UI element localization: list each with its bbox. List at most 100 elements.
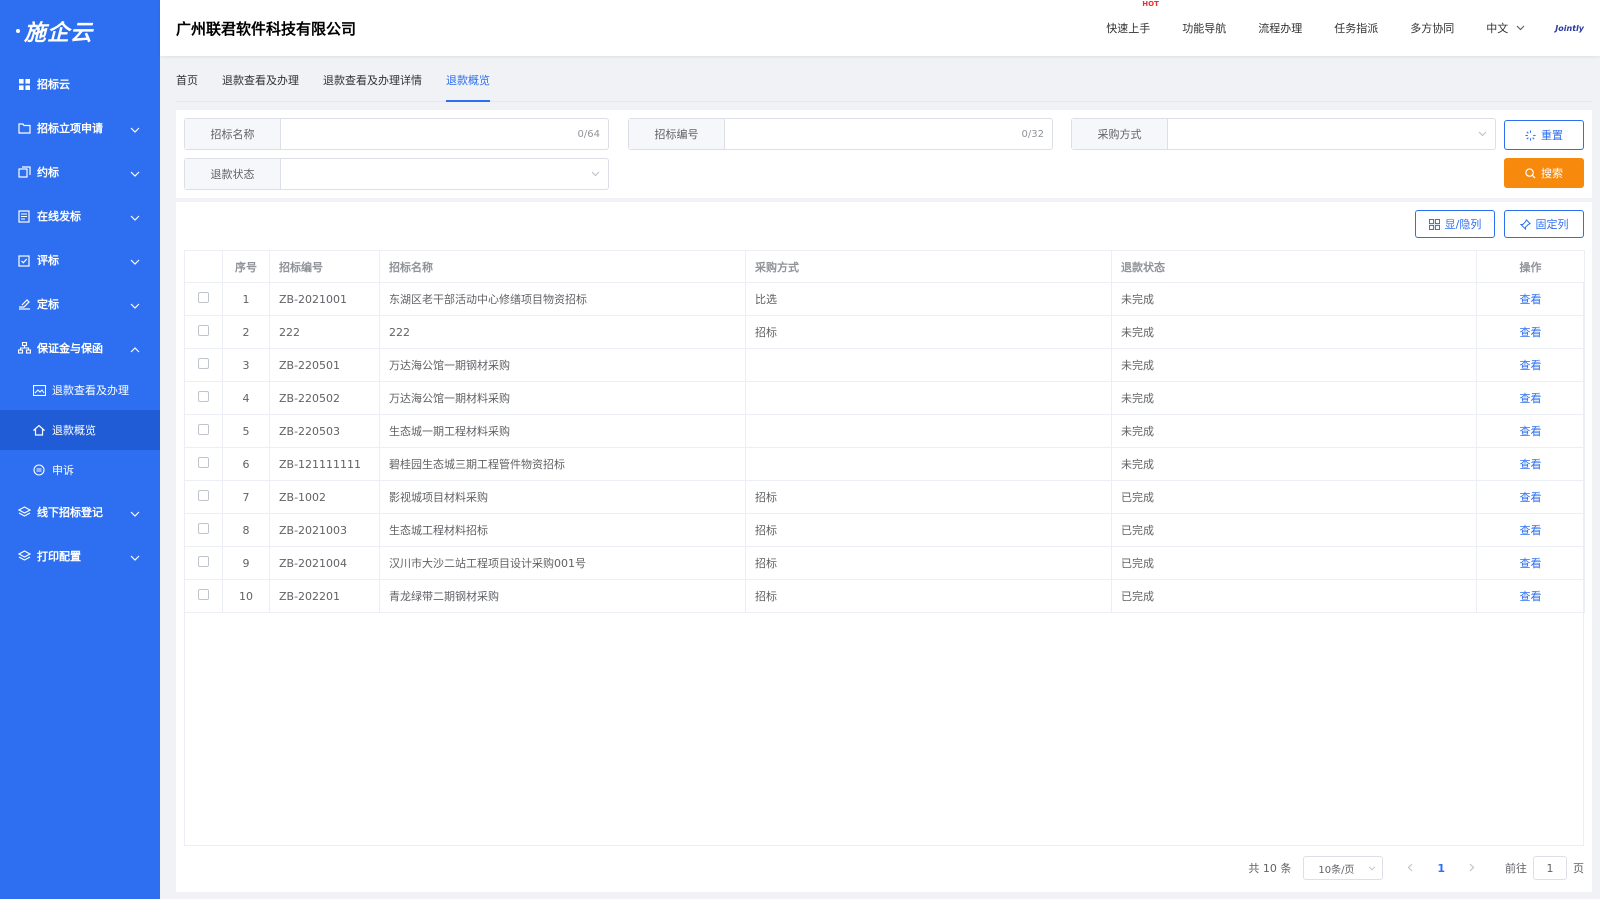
brand-logo[interactable]: Jointly bbox=[1555, 24, 1584, 33]
logo-dot bbox=[16, 29, 20, 33]
table-row: 4 ZB-220502 万达海公馆一期材料采购 未完成 查看 bbox=[184, 381, 1585, 415]
results-card: 显/隐列 固定列 序号 招标编号 招标名称 采购方式 退款状态 操作 1 ZB-2… bbox=[176, 202, 1592, 892]
chevron-down-icon bbox=[591, 171, 600, 177]
refund-status-select[interactable] bbox=[281, 159, 608, 189]
view-link[interactable]: 查看 bbox=[1520, 293, 1542, 306]
row-checkbox-cell[interactable] bbox=[184, 315, 223, 349]
sidebar-item-label: 招标云 bbox=[37, 78, 70, 91]
sidebar-item-5[interactable]: 定标 bbox=[0, 282, 160, 326]
cell-bid-name: 生态城一期工程材料采购 bbox=[379, 414, 746, 448]
chevron-down-icon bbox=[1478, 131, 1487, 137]
row-checkbox-cell[interactable] bbox=[184, 381, 223, 415]
row-checkbox[interactable] bbox=[198, 292, 209, 303]
sidebar-item-7[interactable]: 线下招标登记 bbox=[0, 490, 160, 534]
header-select-all[interactable] bbox=[184, 250, 223, 283]
tab-refund-detail[interactable]: 退款查看及办理详情 bbox=[323, 72, 422, 102]
bid-name-input[interactable]: 0/64 bbox=[281, 119, 608, 149]
row-checkbox-cell[interactable] bbox=[184, 282, 223, 316]
view-link[interactable]: 查看 bbox=[1520, 557, 1542, 570]
row-checkbox[interactable] bbox=[198, 325, 209, 336]
chevron-down-icon bbox=[130, 551, 140, 561]
row-checkbox[interactable] bbox=[198, 391, 209, 402]
goto-page-input[interactable]: 1 bbox=[1533, 856, 1567, 880]
bid-no-label: 招标编号 bbox=[629, 119, 725, 149]
toggle-columns-button[interactable]: 显/隐列 bbox=[1415, 210, 1495, 238]
view-link[interactable]: 查看 bbox=[1520, 425, 1542, 438]
cell-actions: 查看 bbox=[1476, 579, 1585, 613]
sidebar-item-6[interactable]: 保证金与保函 bbox=[0, 326, 160, 370]
sidebar-item-1[interactable]: 招标立项申请 bbox=[0, 106, 160, 150]
cell-actions: 查看 bbox=[1476, 282, 1585, 316]
sidebar-item-2[interactable]: 约标 bbox=[0, 150, 160, 194]
purchase-method-select[interactable] bbox=[1168, 119, 1495, 149]
cell-actions: 查看 bbox=[1476, 348, 1585, 382]
logo[interactable]: 施企云 bbox=[0, 0, 160, 62]
row-checkbox[interactable] bbox=[198, 556, 209, 567]
purchase-method-filter: 采购方式 bbox=[1071, 118, 1496, 150]
sidebar-item-8[interactable]: 打印配置 bbox=[0, 534, 160, 578]
goto-suffix: 页 bbox=[1573, 862, 1584, 875]
row-checkbox[interactable] bbox=[198, 523, 209, 534]
language-select[interactable]: 中文 bbox=[1486, 20, 1525, 36]
refund-table: 序号 招标编号 招标名称 采购方式 退款状态 操作 1 ZB-2021001 东湖区… bbox=[184, 250, 1585, 613]
pagination-total: 共 10 条 bbox=[1248, 862, 1292, 875]
fix-columns-button[interactable]: 固定列 bbox=[1504, 210, 1584, 238]
sidebar-subitem-0[interactable]: 退款查看及办理 bbox=[0, 370, 160, 410]
header-nav-process[interactable]: 流程办理 bbox=[1258, 20, 1302, 36]
sidebar-item-4[interactable]: 评标 bbox=[0, 238, 160, 282]
toggle-columns-label: 显/隐列 bbox=[1444, 218, 1482, 231]
view-link[interactable]: 查看 bbox=[1520, 491, 1542, 504]
prev-page-button[interactable] bbox=[1407, 862, 1413, 875]
tab-refund-handle[interactable]: 退款查看及办理 bbox=[222, 72, 299, 102]
row-checkbox-cell[interactable] bbox=[184, 513, 223, 547]
header-nav-function-guide[interactable]: 功能导航 bbox=[1182, 20, 1226, 36]
row-checkbox[interactable] bbox=[198, 358, 209, 369]
row-checkbox-cell[interactable] bbox=[184, 579, 223, 613]
row-checkbox-cell[interactable] bbox=[184, 348, 223, 382]
sidebar-item-3[interactable]: 在线发标 bbox=[0, 194, 160, 238]
row-checkbox-cell[interactable] bbox=[184, 414, 223, 448]
view-link[interactable]: 查看 bbox=[1520, 359, 1542, 372]
header-nav-collaboration[interactable]: 多方协同 bbox=[1410, 20, 1454, 36]
page-number-current[interactable]: 1 bbox=[1437, 862, 1445, 875]
cell-bid-no: ZB-220503 bbox=[269, 414, 380, 448]
sidebar-item-0[interactable]: 招标云 bbox=[0, 62, 160, 106]
cell-bid-name: 222 bbox=[379, 315, 746, 349]
chevron-down-icon bbox=[130, 507, 140, 517]
next-page-button[interactable] bbox=[1469, 862, 1475, 875]
cell-purchase-method bbox=[745, 381, 1112, 415]
row-checkbox[interactable] bbox=[198, 424, 209, 435]
cell-actions: 查看 bbox=[1476, 480, 1585, 514]
header-nav-quick-start[interactable]: HOT 快速上手 bbox=[1106, 0, 1159, 36]
cell-bid-no: ZB-220502 bbox=[269, 381, 380, 415]
view-link[interactable]: 查看 bbox=[1520, 458, 1542, 471]
row-checkbox-cell[interactable] bbox=[184, 447, 223, 481]
cell-bid-no: 222 bbox=[269, 315, 380, 349]
row-checkbox[interactable] bbox=[198, 490, 209, 501]
page-size-select[interactable]: 10条/页 bbox=[1303, 856, 1384, 880]
view-link[interactable]: 查看 bbox=[1520, 590, 1542, 603]
row-checkbox-cell[interactable] bbox=[184, 546, 223, 580]
sidebar-subitem-label: 退款概览 bbox=[52, 424, 96, 437]
sidebar-subitem-2[interactable]: 申诉 bbox=[0, 450, 160, 490]
view-link[interactable]: 查看 bbox=[1520, 326, 1542, 339]
header-nav-task-assign[interactable]: 任务指派 bbox=[1334, 20, 1378, 36]
tab-home[interactable]: 首页 bbox=[176, 72, 198, 102]
reset-button[interactable]: 重置 bbox=[1504, 120, 1584, 150]
chevron-left-icon bbox=[1407, 863, 1413, 871]
layers-icon bbox=[17, 549, 31, 563]
chevron-down-icon bbox=[130, 299, 140, 309]
sidebar-item-label: 评标 bbox=[37, 254, 59, 267]
view-link[interactable]: 查看 bbox=[1520, 524, 1542, 537]
sidebar-subitem-1[interactable]: 退款概览 bbox=[0, 410, 160, 450]
tab-refund-overview[interactable]: 退款概览 bbox=[446, 72, 490, 102]
cell-actions: 查看 bbox=[1476, 414, 1585, 448]
row-checkbox[interactable] bbox=[198, 457, 209, 468]
layers-icon bbox=[17, 505, 31, 519]
search-button[interactable]: 搜索 bbox=[1504, 158, 1584, 188]
bid-no-input[interactable]: 0/32 bbox=[725, 119, 1052, 149]
row-checkbox-cell[interactable] bbox=[184, 480, 223, 514]
row-checkbox[interactable] bbox=[198, 589, 209, 600]
chevron-up-icon bbox=[130, 343, 140, 353]
view-link[interactable]: 查看 bbox=[1520, 392, 1542, 405]
